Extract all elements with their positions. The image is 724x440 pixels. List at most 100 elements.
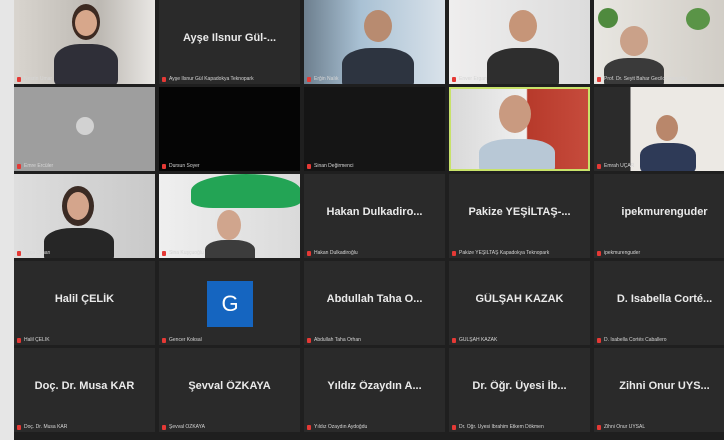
participant-name: Şevval ÖZKAYA — [169, 424, 205, 430]
participant-tile[interactable]: Halil ÇELİK Halil ÇELİK — [14, 261, 155, 345]
participant-caption: Pakize YEŞİLTAŞ Kapadokya Teknopark — [452, 250, 587, 256]
mic-muted-icon — [307, 76, 311, 82]
video-feed — [451, 89, 588, 169]
participant-name: Prof. Dr. Seyit Bahar Gecilosmanoğlu — [604, 76, 687, 82]
participant-caption: Doç. Dr. Musa KAR — [17, 424, 152, 430]
participant-caption: Prof. Dr. Seyit Bahar Gecilosmanoğlu — [597, 76, 724, 82]
participant-caption: Nesrin Umar — [17, 76, 152, 82]
avatar: G — [207, 281, 253, 327]
video-feed — [14, 0, 155, 84]
participant-tile[interactable]: Prof. Dr. Seyit Bahar Gecilosmanoğlu — [594, 0, 724, 84]
participant-caption: Hakan Dulkadiroğlu — [307, 250, 442, 256]
mic-muted-icon — [597, 250, 601, 256]
participant-caption: ipekmurenguder — [597, 250, 724, 256]
participant-name: Emrah UÇAR — [604, 163, 635, 169]
participant-tile[interactable]: D. Isabella Corté... D. Isabella Cortés … — [594, 261, 724, 345]
participant-caption: Emre Ercüler — [17, 163, 152, 169]
participant-name: Pakize YEŞİLTAŞ Kapadokya Teknopark — [459, 250, 550, 256]
participant-caption: D. Isabella Cortés Caballero — [597, 337, 724, 343]
mic-muted-icon — [597, 337, 601, 343]
mic-muted-icon — [307, 163, 311, 169]
participant-caption: Yıldız Özaydın Aydoğdu — [307, 424, 442, 430]
participant-display-name: D. Isabella Corté... — [616, 293, 713, 305]
participant-tile[interactable]: Sina Kuşçuoğlu — [159, 174, 300, 258]
participant-tile[interactable]: Emre Ercüler — [14, 87, 155, 171]
participant-caption: Abdullah Taha Orhan — [307, 337, 442, 343]
participant-caption: Dr. Öğr. Üyesi İbrahim Etkem Dökmen — [452, 424, 587, 430]
participant-display-name: Şevval ÖZKAYA — [188, 380, 271, 392]
participant-caption: Ayça Orhan — [17, 250, 152, 256]
participant-tile[interactable]: Abdullah Taha O... Abdullah Taha Orhan — [304, 261, 445, 345]
participant-caption: Dursun Soyer — [162, 163, 297, 169]
video-feed — [159, 174, 300, 258]
participant-tile[interactable]: Şevval ÖZKAYA Şevval ÖZKAYA — [159, 348, 300, 432]
mic-muted-icon — [17, 424, 21, 430]
mic-muted-icon — [452, 337, 456, 343]
mic-muted-icon — [17, 163, 21, 169]
participant-name: Gencer Koksal — [169, 337, 202, 343]
participant-display-name: Doç. Dr. Musa KAR — [34, 380, 135, 392]
participant-name: Zihni Onur UYSAL — [604, 424, 646, 430]
video-feed — [594, 0, 724, 84]
participant-name: Abdullah Taha Orhan — [314, 337, 361, 343]
participant-caption: Emrah UÇAR — [597, 163, 724, 169]
participant-name: Ayça Orhan — [24, 250, 51, 256]
participant-name: GÜLŞAH KAZAK — [459, 337, 498, 343]
participant-tile[interactable]: Emrah UÇAR — [594, 87, 724, 171]
participant-caption: Sinan Değirmenci — [307, 163, 442, 169]
participant-name: Sina Kuşçuoğlu — [169, 250, 204, 256]
participant-tile[interactable]: Enver Ergan — [449, 0, 590, 84]
participant-name: Ayşe Ilsnur Gül Kapadokya Teknopark — [169, 76, 254, 82]
participant-tile[interactable]: ipekmurenguder ipekmurenguder — [594, 174, 724, 258]
video-feed — [14, 87, 155, 171]
mic-muted-icon — [17, 76, 21, 82]
mic-muted-icon — [307, 424, 311, 430]
participant-caption: Ayşe Ilsnur Gül Kapadokya Teknopark — [162, 76, 297, 82]
mic-muted-icon — [307, 337, 311, 343]
participant-tile[interactable]: G Gencer Koksal — [159, 261, 300, 345]
participant-tile[interactable]: Hakan Dulkadiro... Hakan Dulkadiroğlu — [304, 174, 445, 258]
participant-display-name: Ayşe Ilsnur Gül-... — [182, 32, 277, 44]
mic-muted-icon — [452, 424, 456, 430]
participant-name: Hakan Dulkadiroğlu — [314, 250, 358, 256]
participant-caption: Halil ÇELİK — [17, 337, 152, 343]
participant-tile[interactable]: Sinan Değirmenci — [304, 87, 445, 171]
participant-tile[interactable]: Doç. Dr. Musa KAR Doç. Dr. Musa KAR — [14, 348, 155, 432]
participant-name: Sinan Değirmenci — [314, 163, 354, 169]
participant-tile[interactable]: GÜLŞAH KAZAK GÜLŞAH KAZAK — [449, 261, 590, 345]
participant-name: Emre Ercüler — [24, 163, 54, 169]
participant-name: Yıldız Özaydın Aydoğdu — [314, 424, 368, 430]
participant-tile[interactable]: Pakize YEŞİLTAŞ-... Pakize YEŞİLTAŞ Kapa… — [449, 174, 590, 258]
participant-tile[interactable]: Ayşe Ilsnur Gül-... Ayşe Ilsnur Gül Kapa… — [159, 0, 300, 84]
participant-display-name: Dr. Öğr. Üyesi İb... — [472, 380, 567, 392]
participant-name: Dr. Öğr. Üyesi İbrahim Etkem Dökmen — [459, 424, 544, 430]
participant-caption: Erğin Nalık — [307, 76, 442, 82]
mic-muted-icon — [597, 424, 601, 430]
video-feed — [304, 0, 445, 84]
mic-muted-icon — [162, 163, 166, 169]
participant-name: Halil ÇELİK — [24, 337, 50, 343]
participant-name: Dursun Soyer — [169, 163, 200, 169]
participant-caption: Sina Kuşçuoğlu — [162, 250, 297, 256]
participant-display-name: Hakan Dulkadiro... — [326, 206, 423, 218]
participant-tile[interactable]: Zihni Onur UYS... Zihni Onur UYSAL — [594, 348, 724, 432]
participant-display-name: Zihni Onur UYS... — [619, 380, 710, 392]
participant-name: ipekmurenguder — [604, 250, 641, 256]
active-speaker-tile[interactable] — [449, 87, 590, 171]
participant-tile[interactable]: Nesrin Umar — [14, 0, 155, 84]
participant-tile[interactable]: Dr. Öğr. Üyesi İb... Dr. Öğr. Üyesi İbra… — [449, 348, 590, 432]
participant-display-name: ipekmurenguder — [621, 206, 708, 218]
video-grid: Nesrin Umar Ayşe Ilsnur Gül-... Ayşe Ils… — [14, 0, 724, 440]
participant-tile[interactable]: Erğin Nalık — [304, 0, 445, 84]
mic-muted-icon — [597, 163, 601, 169]
participant-name: D. Isabella Cortés Caballero — [604, 337, 667, 343]
participant-name: Erğin Nalık — [314, 76, 339, 82]
mic-muted-icon — [17, 250, 21, 256]
participant-tile[interactable]: Ayça Orhan — [14, 174, 155, 258]
participant-tile[interactable]: Dursun Soyer — [159, 87, 300, 171]
mic-muted-icon — [307, 250, 311, 256]
participant-tile[interactable]: Yıldız Özaydın A... Yıldız Özaydın Aydoğ… — [304, 348, 445, 432]
participant-display-name: Yıldız Özaydın A... — [327, 380, 422, 392]
participant-caption: Enver Ergan — [452, 76, 587, 82]
video-feed — [594, 87, 724, 171]
